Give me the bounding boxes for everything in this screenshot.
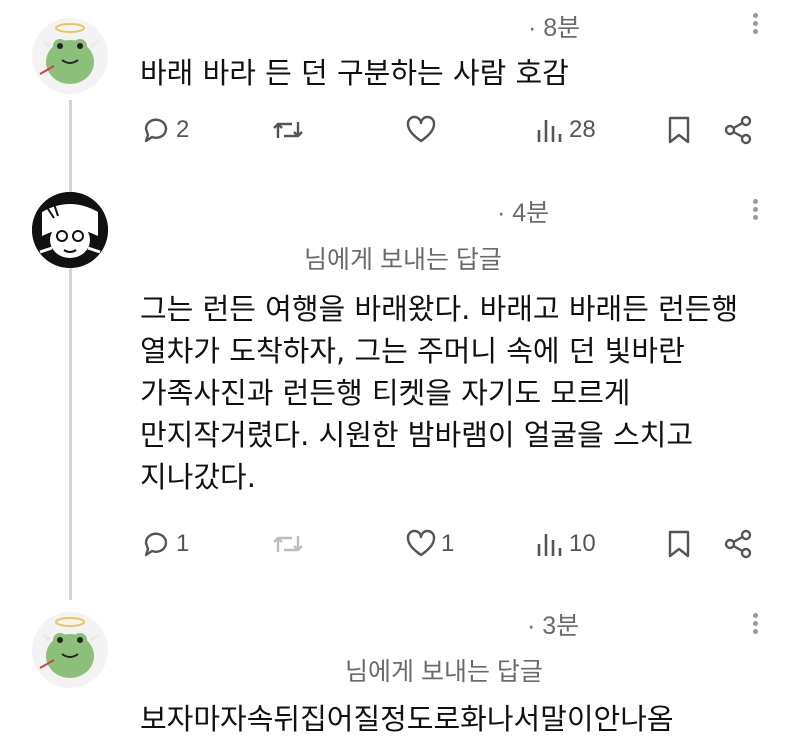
like-button[interactable]: 1 [405, 524, 454, 564]
more-icon[interactable] [750, 610, 760, 637]
post-text-line: 가족사진과 런든행 티켓을 자기도 모르게 [140, 376, 631, 410]
post-time: · 8분 [528, 14, 581, 42]
avatar[interactable] [32, 192, 108, 268]
post-text-line: 만지작거렸다. 시원한 밤바램이 얼굴을 스치고 [140, 418, 694, 452]
bookmark-button[interactable] [665, 524, 693, 564]
like-button[interactable] [405, 110, 437, 150]
share-button[interactable] [722, 110, 754, 150]
retweet-button[interactable] [270, 524, 306, 564]
reply-to-label: 님에게 보내는 답글 [345, 658, 543, 686]
more-icon[interactable] [750, 10, 760, 37]
more-icon[interactable] [750, 196, 760, 223]
reply-icon [144, 118, 168, 143]
bookmark-icon [668, 530, 690, 558]
reply-to-label: 님에게 보내는 답글 [304, 246, 502, 274]
share-button[interactable] [722, 524, 754, 564]
reply-icon [144, 532, 168, 557]
views-count: 28 [569, 116, 596, 143]
action-bar: 1 1 10 [0, 524, 800, 564]
share-icon [724, 115, 752, 145]
post-text-line: 열차가 도착하자, 그는 주머니 속에 던 빛바란 [140, 334, 685, 368]
views-count: 10 [569, 530, 596, 557]
reply-count: 2 [176, 116, 190, 143]
reply-button[interactable]: 2 [140, 110, 189, 150]
retweet-icon [273, 122, 303, 138]
post-text-line: 그는 런든 여행을 바래왔다. 바래고 바래든 런든행 [140, 292, 739, 326]
post-text: 보자마자속뒤집어질정도로화나서말이안나옴 [140, 702, 674, 736]
views-icon [537, 120, 562, 142]
heart-icon [406, 115, 436, 143]
post-text: 그는 런든 여행을 바래왔다. 바래고 바래든 런든행 열차가 도착하자, 그는… [140, 288, 780, 498]
share-icon [724, 529, 752, 559]
post-text-line: 지나갔다. [140, 460, 256, 494]
frog-angel-avatar-icon [39, 23, 100, 84]
post-text: 바래 바라 든 던 구분하는 사람 호감 [140, 56, 569, 90]
views-button[interactable]: 28 [535, 110, 596, 150]
avatar[interactable] [32, 18, 108, 94]
views-button[interactable]: 10 [535, 524, 596, 564]
post-time: · 3분 [527, 612, 580, 640]
heart-icon [406, 529, 436, 557]
bookmark-icon [668, 116, 690, 144]
retweet-icon [273, 536, 303, 552]
reply-count: 1 [176, 530, 190, 557]
post-time: · 4분 [497, 199, 550, 227]
reply-button[interactable]: 1 [140, 524, 189, 564]
views-icon [537, 534, 562, 556]
retweet-button[interactable] [270, 110, 306, 150]
manga-face-avatar-icon [32, 192, 108, 268]
avatar[interactable] [32, 612, 108, 688]
like-count: 1 [441, 530, 455, 557]
bookmark-button[interactable] [665, 110, 693, 150]
frog-angel-avatar-icon [39, 617, 100, 678]
action-bar: 2 28 [0, 110, 800, 150]
